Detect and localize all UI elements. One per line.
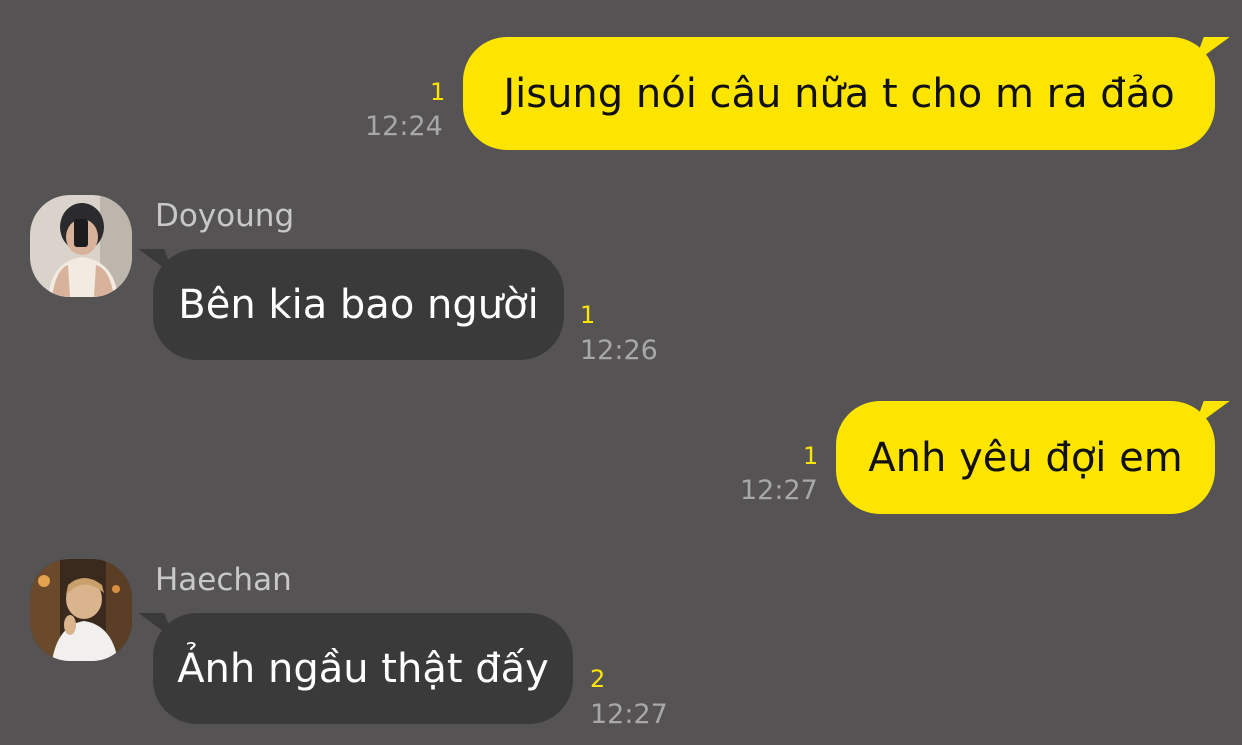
bubble-tail — [138, 613, 174, 639]
profile-photo-haechan-icon — [30, 559, 132, 661]
unread-count: 1 — [803, 442, 819, 470]
message-time: 12:27 — [590, 699, 668, 730]
message-time: 12:24 — [365, 111, 443, 142]
message-text: Ảnh ngầu thật đấy — [177, 645, 549, 692]
message-text: Bên kia bao người — [178, 281, 539, 328]
message-bubble[interactable]: Anh yêu đợi em — [836, 401, 1230, 514]
profile-photo-doyoung-icon — [30, 195, 132, 297]
message-text: Anh yêu đợi em — [868, 434, 1183, 481]
avatar[interactable] — [30, 195, 132, 297]
sender-name: Doyoung — [155, 198, 295, 234]
message-bubble[interactable]: Jisung nói câu nữa t cho m ra đảo — [463, 37, 1230, 150]
bubble-tail — [138, 249, 174, 275]
unread-count: 2 — [590, 665, 606, 693]
sender-name: Haechan — [155, 562, 292, 598]
message-time: 12:27 — [740, 475, 818, 506]
unread-count: 1 — [580, 301, 596, 329]
chat-room: 1 12:24 Jisung nói câu nữa t cho m ra đả… — [0, 0, 1242, 745]
message-bubble[interactable]: Bên kia bao người — [138, 249, 564, 360]
avatar[interactable] — [30, 559, 132, 661]
unread-count: 1 — [430, 78, 446, 106]
message-time: 12:26 — [580, 335, 658, 366]
message-text: Jisung nói câu nữa t cho m ra đảo — [503, 70, 1175, 117]
bubble-tail — [1194, 401, 1230, 427]
message-bubble[interactable]: Ảnh ngầu thật đấy — [138, 613, 573, 724]
bubble-tail — [1194, 37, 1230, 63]
